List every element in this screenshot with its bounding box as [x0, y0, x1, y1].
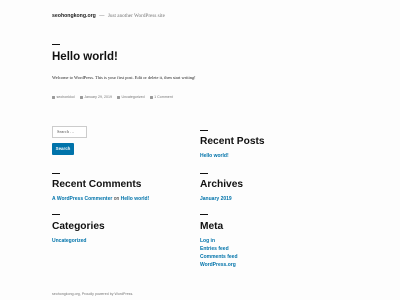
- post-category: Uncategorized: [116, 95, 145, 99]
- folder-icon: [116, 95, 120, 99]
- meta-title: Meta: [200, 221, 224, 232]
- category-link[interactable]: Uncategorized: [52, 238, 86, 244]
- comment-post-link[interactable]: Hello world!: [121, 196, 150, 202]
- site-description: Just another WordPress site: [107, 13, 165, 19]
- recent-comments-divider: [52, 173, 60, 174]
- meta-divider: [200, 214, 208, 215]
- comment-on-text: on: [113, 196, 120, 202]
- meta-link-comments-feed[interactable]: Comments feed: [200, 254, 238, 260]
- search-input[interactable]: Search …: [52, 126, 87, 138]
- archives-title: Archives: [200, 179, 244, 190]
- archives-divider: [200, 173, 208, 174]
- archive-link[interactable]: January 2019: [200, 196, 232, 202]
- categories-title: Categories: [52, 221, 105, 232]
- post-category-link[interactable]: Uncategorized: [121, 95, 144, 99]
- categories-divider: [52, 214, 60, 215]
- post-comments: 1 Comment: [149, 95, 173, 99]
- post-comments-link[interactable]: 1 Comment: [154, 95, 173, 99]
- comment-icon: [149, 95, 153, 99]
- recent-comment-item: A WordPress Commenter on Hello world!: [52, 196, 149, 202]
- post-body-text: Welcome to WordPress. This is your first…: [52, 75, 196, 80]
- recent-posts-title: Recent Posts: [200, 136, 265, 147]
- author-icon: [52, 95, 55, 99]
- meta-link-login[interactable]: Log in: [200, 238, 215, 244]
- site-branding: seohongkong.org — Just another WordPress…: [52, 13, 165, 19]
- recent-posts-divider: [200, 130, 208, 131]
- post-title-divider: [52, 44, 60, 45]
- recent-post-link[interactable]: Hello world!: [200, 153, 229, 159]
- post-author-link[interactable]: seohonkkol: [57, 95, 75, 99]
- meta-link-entries-feed[interactable]: Entries feed: [200, 246, 229, 252]
- meta-link-wordpress-org[interactable]: WordPress.org: [200, 262, 236, 268]
- post-meta: seohonkkol January 29, 2019 Uncategorize…: [52, 95, 173, 99]
- search-button[interactable]: Search: [52, 143, 74, 155]
- comment-author-link[interactable]: A WordPress Commenter: [52, 196, 112, 202]
- post-date-link[interactable]: January 29, 2019: [84, 95, 112, 99]
- post-author: seohonkkol: [52, 95, 75, 99]
- clock-icon: [79, 95, 83, 99]
- recent-comments-title: Recent Comments: [52, 179, 142, 190]
- post-title[interactable]: Hello world!: [52, 51, 118, 63]
- footer-credit: seohongkong.org, Proudly powered by Word…: [52, 292, 134, 296]
- site-title-link[interactable]: seohongkong.org: [52, 13, 96, 19]
- post-date: January 29, 2019: [79, 95, 112, 99]
- site-title-separator: —: [99, 13, 105, 19]
